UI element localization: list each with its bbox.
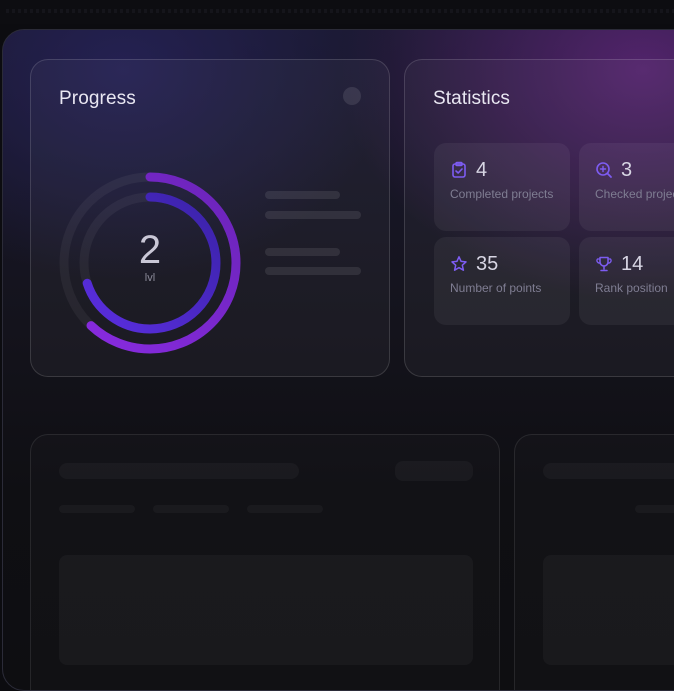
stat-number-of-points[interactable]: 35 Number of points: [434, 237, 570, 325]
stat-checked-projects[interactable]: 3 Checked projects: [579, 143, 674, 231]
progress-card: Progress 2 lvl: [30, 59, 390, 377]
stat-rank-position[interactable]: 14 Rank position: [579, 237, 674, 325]
more-options-icon[interactable]: [343, 87, 361, 105]
placeholder-tab: [153, 505, 229, 513]
placeholder-heading: [59, 463, 299, 479]
top-bar: [0, 0, 674, 24]
stat-label: Completed projects: [450, 187, 554, 201]
dashboard-window: Progress 2 lvl Statistics 4 Completed pr…: [2, 29, 674, 691]
stat-value: 4: [476, 159, 488, 181]
trophy-icon: [596, 256, 612, 272]
placeholder-card-right: [514, 434, 674, 690]
placeholder-tab: [635, 505, 674, 513]
placeholder-content: [543, 555, 674, 665]
progress-title: Progress: [59, 88, 136, 109]
statistics-title: Statistics: [433, 88, 511, 109]
stat-value: 14: [621, 253, 644, 275]
star-icon: [451, 256, 467, 271]
stat-label: Checked projects: [595, 187, 674, 201]
level-label: lvl: [144, 272, 156, 284]
placeholder-line: [265, 267, 361, 275]
stat-completed-projects[interactable]: 4 Completed projects: [434, 143, 570, 231]
statistics-card: Statistics 4 Completed projects 3 Checke…: [404, 59, 674, 377]
placeholder-content: [59, 555, 473, 665]
clipboard-check-icon: [452, 161, 466, 178]
level-ring: 2 lvl: [57, 170, 243, 356]
placeholder-card-left: [30, 434, 500, 690]
stat-label: Number of points: [450, 281, 542, 295]
search-plus-icon: [596, 162, 612, 178]
stat-label: Rank position: [595, 281, 668, 295]
level-value: 2: [138, 228, 162, 272]
placeholder-button: [395, 461, 473, 481]
placeholder-tab: [59, 505, 135, 513]
placeholder-line: [265, 248, 340, 256]
stat-value: 3: [621, 159, 633, 181]
placeholder-heading: [543, 463, 674, 479]
placeholder-line: [265, 191, 340, 199]
placeholder-line: [265, 211, 361, 219]
stat-value: 35: [476, 253, 499, 275]
placeholder-tab: [247, 505, 323, 513]
